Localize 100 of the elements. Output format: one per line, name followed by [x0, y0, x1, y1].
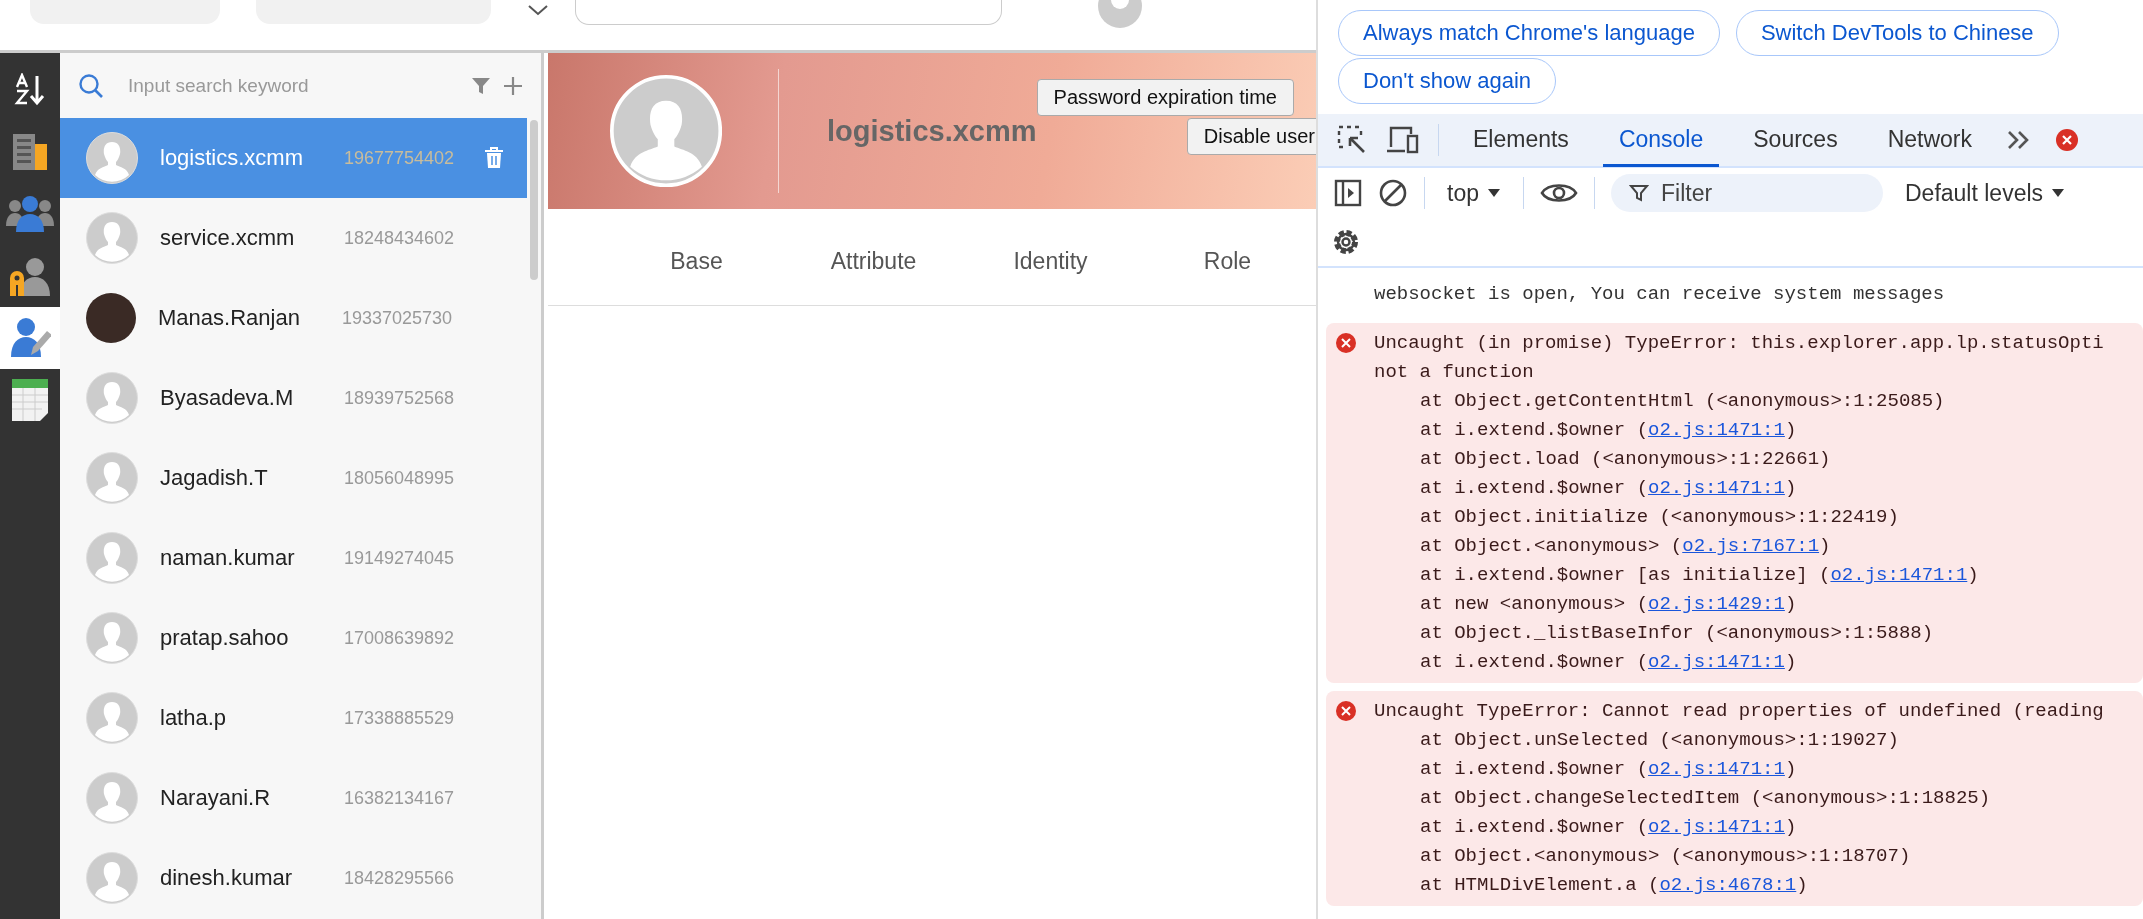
console-text: websocket is open, You can receive system messages [1374, 282, 1945, 307]
profile-tab[interactable]: Identity [962, 247, 1139, 275]
trash-icon[interactable] [484, 147, 505, 169]
caret-icon [2051, 188, 2066, 198]
user-group-icon [6, 194, 54, 234]
spreadsheet-icon [11, 378, 49, 422]
levels-dropdown[interactable]: Default levels [1899, 178, 2072, 208]
user-name: service.xcmm [160, 225, 296, 251]
user-row[interactable]: dinesh.kumar 18428295566 [60, 838, 527, 918]
user-name: dinesh.kumar [160, 865, 294, 891]
user-name: pratap.sahoo [160, 625, 290, 651]
phone-number: 19149274045 [344, 547, 455, 569]
chevron-icon[interactable] [527, 4, 549, 16]
user-name: Byasadeva.M [160, 385, 295, 411]
user-edit-nav-item[interactable] [0, 307, 60, 369]
console-text: Uncaught TypeError: Cannot read properties of undefined (reading [1374, 699, 2104, 724]
user-name: Manas.Ranjan [158, 305, 301, 331]
filter-icon[interactable] [471, 75, 491, 96]
phone-number: 17338885529 [344, 707, 455, 729]
stack-trace-line: at Object.changeSelectedItem (<anonymous>:1:18825) [1419, 786, 1992, 811]
phone-number: 19337025730 [342, 307, 453, 329]
devtools-tab[interactable]: Network [1871, 115, 1988, 167]
phone-number: 19677754402 [344, 147, 455, 169]
user-name: Narayani.R [160, 785, 272, 811]
devtools-tab[interactable]: Sources [1737, 115, 1854, 167]
phone-number: 16382134167 [344, 787, 455, 809]
source-link[interactable]: o2.js:4678:1 [1659, 874, 1797, 896]
user-row[interactable]: Jagadish.T 18056048995 [60, 438, 527, 518]
filter-icon [1629, 183, 1649, 203]
action-button[interactable]: Disable user [1186, 118, 1316, 155]
user-row[interactable]: naman.kumar 19149274045 [60, 518, 527, 598]
search-field[interactable]: Input search keyword [126, 73, 459, 98]
clear-icon[interactable] [1378, 178, 1408, 208]
phone-number: 18248434602 [344, 227, 455, 249]
error-icon [1336, 333, 1356, 353]
settings-icon[interactable] [1332, 228, 1360, 256]
stack-trace-line: at HTMLDivElement.a (o2.js:4678:1) [1419, 873, 1809, 898]
profile-tab[interactable]: Base [608, 247, 785, 275]
user-name: naman.kumar [160, 545, 296, 571]
stack-trace-line: at Object.getContentHtml (<anonymous>:1:25085) [1419, 389, 1946, 414]
banner-button[interactable]: Switch DevTools to Chinese [1735, 10, 2059, 56]
console-text: not a function [1374, 360, 1535, 385]
profile-tab[interactable]: Attribute [785, 247, 962, 275]
action-button[interactable]: Password expiration time [1036, 79, 1294, 116]
user-row[interactable]: latha.p 17338885529 [60, 678, 527, 758]
user-row[interactable]: Narayani.R 16382134167 [60, 758, 527, 838]
source-link[interactable]: o2.js:1471:1 [1648, 758, 1785, 780]
console-text: Uncaught (in promise) TypeError: this.explorer.app.lp.statusOpti [1374, 331, 2104, 356]
user-row[interactable]: Manas.Ranjan 19337025730 [60, 278, 527, 358]
devtools-tab[interactable]: Elements [1457, 115, 1585, 167]
stack-trace-line: at i.extend.$owner (o2.js:1471:1) [1419, 815, 1798, 840]
eye-icon[interactable] [1540, 181, 1578, 205]
source-link[interactable]: o2.js:1471:1 [1648, 816, 1785, 838]
banner-button[interactable]: Always match Chrome's language [1338, 10, 1720, 56]
stack-trace-line: at Object.initialize (<anonymous>:1:22419) [1419, 505, 1900, 530]
scrollbar[interactable] [530, 120, 538, 280]
devtools-tab[interactable]: Console [1602, 115, 1720, 167]
building-icon [10, 132, 50, 172]
user-name: Jagadish.T [160, 465, 269, 491]
user-edit-icon [9, 317, 51, 359]
add-icon[interactable] [503, 75, 523, 96]
user-name: logistics.xcmm [160, 145, 304, 171]
stack-trace-line: at Object.unSelected (<anonymous>:1:19027) [1419, 728, 1900, 753]
phone-number: 18939752568 [344, 387, 455, 409]
stack-trace-line: at i.extend.$owner (o2.js:1471:1) [1419, 418, 1798, 443]
stack-trace-line: at i.extend.$owner (o2.js:1471:1) [1419, 650, 1798, 675]
stack-trace-line: at Object.<anonymous> (<anonymous>:1:18707) [1419, 844, 1912, 869]
source-link[interactable]: o2.js:1471:1 [1830, 564, 1968, 586]
user-row[interactable]: service.xcmm 18248434602 [60, 198, 527, 278]
source-link[interactable]: o2.js:1471:1 [1648, 419, 1785, 441]
user-row[interactable]: pratap.sahoo 17008639892 [60, 598, 527, 678]
stack-trace-line: at Object.load (<anonymous>:1:22661) [1419, 447, 1832, 472]
phone-number: 18056048995 [344, 467, 455, 489]
sidebar-toggle-icon[interactable] [1334, 179, 1362, 207]
phone-number: 18428295566 [344, 867, 455, 889]
profile-name: logistics.xcmm [827, 114, 1037, 148]
device-icon[interactable] [1386, 125, 1420, 155]
user-name: latha.p [160, 705, 228, 731]
source-link[interactable]: o2.js:7167:1 [1682, 535, 1820, 557]
stack-trace-line: at Object.<anonymous> (o2.js:7167:1) [1419, 534, 1832, 559]
source-link[interactable]: o2.js:1471:1 [1648, 651, 1785, 673]
stack-trace-line: at new <anonymous> (o2.js:1429:1) [1419, 592, 1798, 617]
search-field[interactable] [575, 0, 1002, 25]
filter-field[interactable]: Filter [1611, 174, 1883, 212]
user-tag-icon [8, 256, 52, 296]
error-icon [1336, 701, 1356, 721]
phone-number: 17008639892 [344, 627, 455, 649]
stack-trace-line: at i.extend.$owner (o2.js:1471:1) [1419, 476, 1798, 501]
source-link[interactable]: o2.js:1471:1 [1648, 477, 1785, 499]
error-icon[interactable] [2056, 129, 2078, 151]
sort-icon [13, 73, 47, 107]
search-icon [78, 72, 104, 99]
stack-trace-line: at i.extend.$owner (o2.js:1471:1) [1419, 757, 1798, 782]
source-link[interactable]: o2.js:1429:1 [1648, 593, 1785, 615]
banner-button[interactable]: Don't show again [1338, 58, 1557, 104]
caret-icon [1487, 188, 1501, 198]
profile-tab[interactable]: Role [1139, 247, 1316, 275]
context-dropdown[interactable]: top [1441, 178, 1507, 208]
user-row[interactable]: Byasadeva.M 18939752568 [60, 358, 527, 438]
stack-trace-line: at i.extend.$owner [as initialize] (o2.js:1471:1) [1419, 563, 1980, 588]
